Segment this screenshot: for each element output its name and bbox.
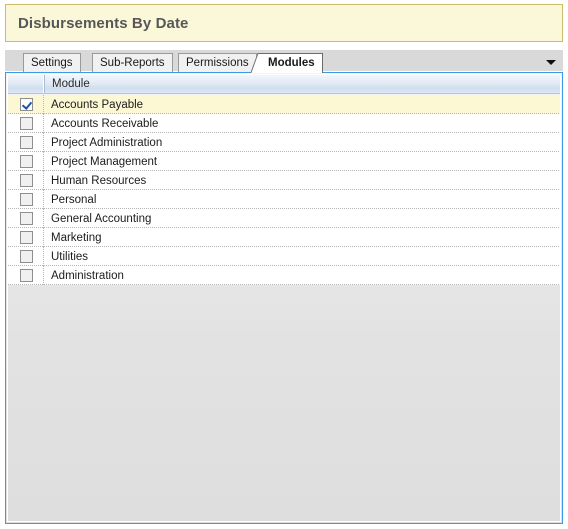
checkbox-icon[interactable] <box>19 98 33 111</box>
checkbox-icon[interactable] <box>19 231 33 244</box>
table-row[interactable]: Personal <box>8 190 560 209</box>
row-module-label: Administration <box>51 269 124 282</box>
row-checkbox-cell[interactable] <box>8 228 44 247</box>
row-module-label: Marketing <box>51 231 102 244</box>
row-module-label: Project Administration <box>51 136 163 149</box>
page-title: Disbursements By Date <box>18 14 189 32</box>
tab-strip: Settings Sub-Reports Permissions Modules <box>5 50 563 73</box>
tab-modules-label: Modules <box>268 57 315 69</box>
chevron-down-icon[interactable] <box>545 57 557 69</box>
checkbox-icon[interactable] <box>19 269 33 282</box>
checkbox-icon[interactable] <box>19 117 33 130</box>
row-checkbox-cell[interactable] <box>8 266 44 285</box>
checkbox-icon[interactable] <box>19 174 33 187</box>
checkbox-icon[interactable] <box>19 136 33 149</box>
checkbox-icon[interactable] <box>19 250 33 263</box>
table-row[interactable]: Accounts Payable <box>8 95 560 114</box>
table-row[interactable]: General Accounting <box>8 209 560 228</box>
checkbox-icon[interactable] <box>19 193 33 206</box>
tab-permissions-label: Permissions <box>186 57 249 69</box>
checkbox-icon[interactable] <box>19 155 33 168</box>
table-row[interactable]: Marketing <box>8 228 560 247</box>
row-checkbox-cell[interactable] <box>8 133 44 152</box>
table-row[interactable]: Project Administration <box>8 133 560 152</box>
row-checkbox-cell[interactable] <box>8 114 44 133</box>
tab-sub-reports[interactable]: Sub-Reports <box>92 53 173 72</box>
row-checkbox-cell[interactable] <box>8 247 44 266</box>
row-module-label: Utilities <box>51 250 89 263</box>
tab-settings-label: Settings <box>31 57 73 69</box>
tab-permissions[interactable]: Permissions <box>178 53 257 72</box>
table-row[interactable]: Human Resources <box>8 171 560 190</box>
tab-sub-reports-label: Sub-Reports <box>100 57 165 69</box>
tab-modules[interactable]: Modules <box>260 53 323 73</box>
table-row[interactable]: Utilities <box>8 247 560 266</box>
row-module-label: Human Resources <box>51 174 147 187</box>
table-row[interactable]: Administration <box>8 266 560 285</box>
row-module-label: Accounts Payable <box>51 98 144 111</box>
row-checkbox-cell[interactable] <box>8 171 44 190</box>
row-module-label: General Accounting <box>51 212 152 225</box>
row-module-label: Accounts Receivable <box>51 117 159 130</box>
chevron-down-glyph <box>546 60 556 65</box>
row-checkbox-cell[interactable] <box>8 152 44 171</box>
report-properties-window: Disbursements By Date Settings Sub-Repor… <box>0 0 568 529</box>
grid-header-checkbox-column <box>8 75 44 93</box>
table-row[interactable]: Accounts Receivable <box>8 114 560 133</box>
grid-header-row: Module <box>8 75 560 94</box>
row-module-label: Project Management <box>51 155 158 168</box>
row-module-label: Personal <box>51 193 97 206</box>
checkbox-icon[interactable] <box>19 212 33 225</box>
window-title-banner: Disbursements By Date <box>5 4 563 42</box>
tab-settings[interactable]: Settings <box>23 53 81 72</box>
modules-grid-panel: Module Accounts Payable Accounts Receiva… <box>5 72 563 524</box>
row-checkbox-cell[interactable] <box>8 190 44 209</box>
row-checkbox-cell[interactable] <box>8 95 44 114</box>
grid-body: Accounts Payable Accounts Receivable Pro… <box>8 95 560 285</box>
table-row[interactable]: Project Management <box>8 152 560 171</box>
grid-header-module-column[interactable]: Module <box>44 75 560 93</box>
modules-grid: Module Accounts Payable Accounts Receiva… <box>7 74 561 522</box>
row-checkbox-cell[interactable] <box>8 209 44 228</box>
